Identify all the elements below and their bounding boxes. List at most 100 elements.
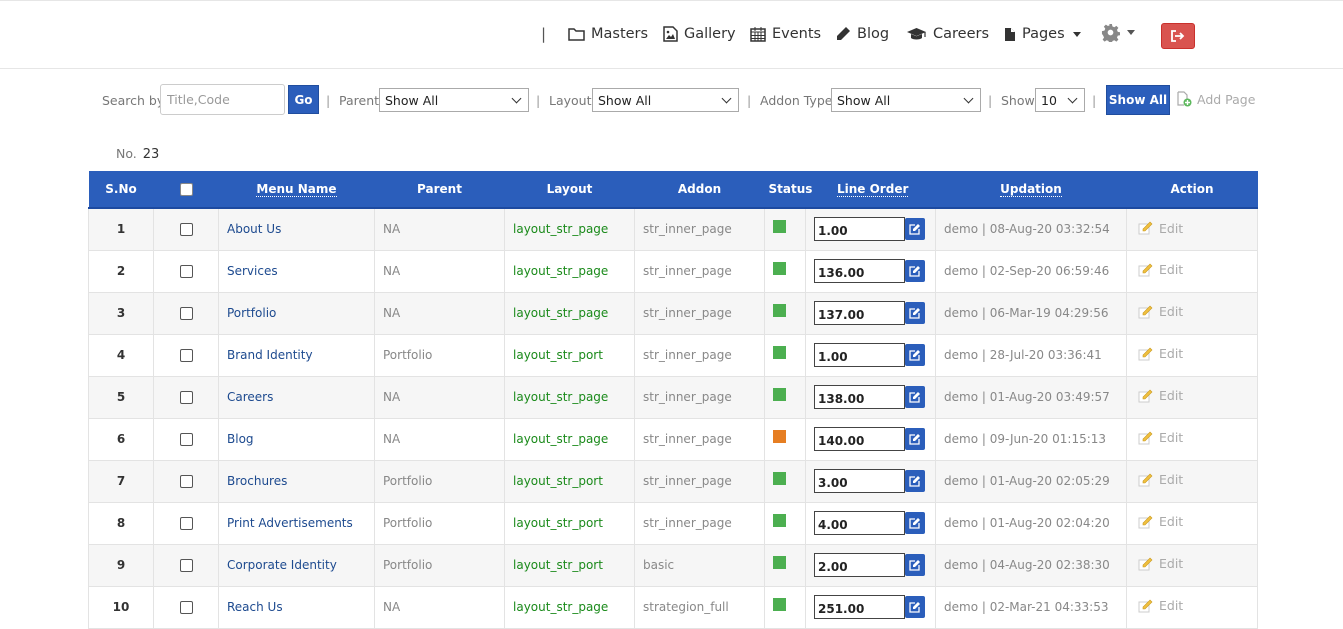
edit-button[interactable]: Edit (1138, 346, 1183, 361)
menu-name-link[interactable]: Portfolio (218, 291, 375, 335)
line-order-input[interactable]: 2.00 (814, 553, 905, 577)
parent-select[interactable]: Show All (379, 88, 529, 112)
row-checkbox[interactable] (179, 517, 193, 530)
row-checkbox[interactable] (179, 223, 193, 237)
edit-button[interactable]: Edit (1138, 598, 1183, 613)
update-line-order-button[interactable] (905, 554, 925, 576)
show-all-button[interactable]: Show All (1106, 85, 1170, 115)
update-line-order-button[interactable] (905, 344, 925, 366)
line-order-input[interactable]: 140.00 (814, 427, 905, 451)
cell-line-order: 138.00 (805, 375, 936, 419)
table-row: 3 Portfolio NA layout_str_page str_inner_pag… (88, 291, 1258, 335)
addon-type-select[interactable]: Show All (831, 88, 981, 112)
settings-menu[interactable] (1101, 23, 1135, 42)
menu-name-link[interactable]: Brochures (218, 459, 375, 503)
edit-button[interactable]: Edit (1138, 221, 1183, 236)
nav-item-blog[interactable]: Blog (835, 23, 889, 45)
row-checkbox[interactable] (179, 433, 193, 446)
edit-icon (1138, 389, 1153, 403)
cell-updation: demo | 06-Mar-19 04:29:56 (935, 291, 1127, 335)
table-header-row: S.No Menu Name Parent Layout Addon Statu… (88, 171, 1258, 209)
nav-item-masters[interactable]: Masters (568, 23, 648, 45)
select-all-checkbox[interactable] (179, 183, 193, 196)
cell-updation: demo | 01-Aug-20 02:05:29 (935, 459, 1127, 503)
status-toggle[interactable] (773, 387, 786, 401)
status-toggle[interactable] (773, 555, 786, 569)
edit-button[interactable]: Edit (1138, 388, 1183, 403)
edit-button[interactable]: Edit (1138, 262, 1183, 277)
menu-name-link[interactable]: Print Advertisements (218, 501, 375, 545)
search-input[interactable] (160, 84, 285, 115)
header-layout: Layout (504, 171, 635, 209)
edit-button[interactable]: Edit (1138, 472, 1183, 487)
update-line-order-button[interactable] (905, 218, 925, 241)
nav-item-pages[interactable]: Pages (1004, 23, 1081, 45)
status-toggle[interactable] (773, 220, 786, 233)
edit-icon (1138, 515, 1153, 529)
edit-button[interactable]: Edit (1138, 556, 1183, 571)
line-order-input[interactable]: 1.00 (814, 217, 905, 242)
status-toggle[interactable] (773, 345, 786, 359)
menu-name-link[interactable]: Brand Identity (218, 333, 375, 377)
row-checkbox[interactable] (179, 601, 193, 614)
line-order-input[interactable]: 138.00 (814, 385, 905, 409)
line-order-input[interactable]: 136.00 (814, 259, 905, 283)
edit-label: Edit (1159, 430, 1184, 446)
menu-name-link[interactable]: Services (218, 249, 375, 293)
edit-button[interactable]: Edit (1138, 514, 1183, 529)
menu-name-link[interactable]: About Us (218, 207, 375, 251)
update-line-order-button[interactable] (905, 470, 925, 492)
status-toggle[interactable] (773, 597, 786, 611)
menu-name-link[interactable]: Blog (218, 417, 375, 461)
header-line-order[interactable]: Line Order (813, 182, 933, 197)
update-line-order-button[interactable] (905, 302, 925, 324)
status-toggle[interactable] (773, 261, 786, 275)
row-checkbox[interactable] (179, 307, 193, 320)
update-line-order-button[interactable] (905, 386, 925, 408)
cell-select (153, 375, 219, 419)
go-button[interactable]: Go (288, 85, 319, 114)
line-order-input[interactable]: 1.00 (814, 343, 905, 367)
row-checkbox[interactable] (179, 349, 193, 362)
addon-filter-label: Addon Type (760, 93, 833, 108)
update-line-order-button[interactable] (905, 428, 925, 450)
line-order-input[interactable]: 251.00 (814, 595, 905, 619)
edit-button[interactable]: Edit (1138, 304, 1183, 319)
add-page-button[interactable]: Add Page (1176, 91, 1255, 107)
edit-square-icon (909, 350, 920, 361)
table-row: 1 About Us NA layout_str_page str_inner_page… (88, 207, 1258, 251)
row-checkbox[interactable] (179, 475, 193, 488)
line-order-input[interactable]: 4.00 (814, 511, 905, 535)
edit-square-icon (909, 518, 920, 529)
row-checkbox[interactable] (179, 559, 193, 572)
cell-sno: 4 (88, 333, 154, 377)
menu-name-link[interactable]: Corporate Identity (218, 543, 375, 587)
update-line-order-button[interactable] (905, 512, 925, 534)
menu-name-link[interactable]: Careers (218, 375, 375, 419)
logout-button[interactable] (1161, 23, 1195, 49)
cell-select (153, 333, 219, 377)
filter-separator: | (1092, 93, 1097, 108)
edit-button[interactable]: Edit (1138, 430, 1183, 445)
row-checkbox[interactable] (179, 391, 193, 404)
nav-item-careers[interactable]: Careers (906, 23, 989, 45)
nav-item-events[interactable]: Events (750, 23, 821, 45)
layout-select[interactable]: Show All (592, 88, 739, 112)
status-toggle[interactable] (773, 513, 786, 527)
page-size-select[interactable]: 10 (1035, 88, 1085, 112)
update-line-order-button[interactable] (905, 260, 925, 282)
status-toggle[interactable] (773, 471, 786, 485)
cell-line-order: 3.00 (805, 459, 936, 503)
edit-square-icon (909, 434, 920, 445)
cell-parent: NA (374, 375, 505, 419)
header-updation[interactable]: Updation (935, 171, 1127, 209)
menu-name-link[interactable]: Reach Us (218, 585, 375, 629)
header-menu-name[interactable]: Menu Name (218, 171, 375, 209)
cell-layout: layout_str_page (504, 249, 635, 293)
status-toggle[interactable] (773, 303, 786, 317)
nav-item-gallery[interactable]: Gallery (663, 23, 736, 45)
status-toggle[interactable] (773, 429, 786, 443)
line-order-input[interactable]: 3.00 (814, 469, 905, 493)
line-order-input[interactable]: 137.00 (814, 301, 905, 325)
row-checkbox[interactable] (179, 265, 193, 278)
